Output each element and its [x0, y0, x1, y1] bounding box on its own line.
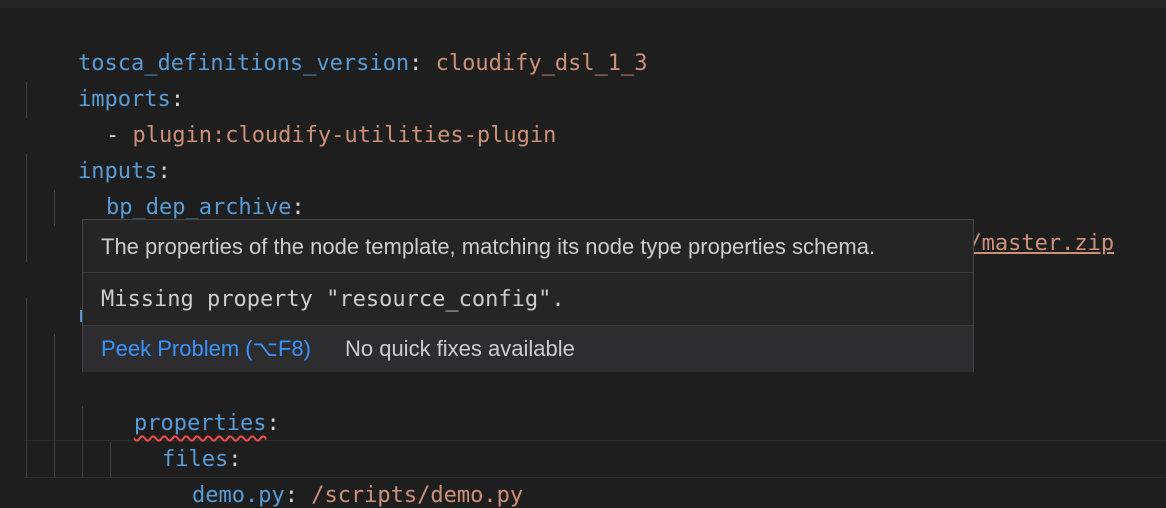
- hover-widget: The properties of the node template, mat…: [82, 219, 974, 372]
- editor-top-strip: [0, 0, 1166, 8]
- code-line[interactable]: - plugin:cloudify-utilities-plugin: [0, 82, 1166, 148]
- code-line[interactable]: files:: [0, 406, 1166, 472]
- no-quick-fixes-label: No quick fixes available: [344, 336, 575, 361]
- code-line[interactable]: imports:: [0, 46, 1166, 112]
- hover-actions-bar: Peek Problem (⌥F8) No quick fixes availa…: [83, 326, 973, 372]
- code-line[interactable]: inputs:: [0, 118, 1166, 184]
- yaml-key: demo.py: [191, 483, 285, 508]
- code-line[interactable]: bp_dep_archive:: [0, 154, 1166, 220]
- code-line[interactable]: demo.py: /scripts/demo.py: [0, 442, 1166, 508]
- hover-description: The properties of the node template, mat…: [83, 220, 973, 273]
- code-line[interactable]: properties:: [0, 370, 1166, 436]
- code-line[interactable]: tosca_definitions_version: cloudify_dsl_…: [0, 10, 1166, 76]
- hover-problem-message: Missing property "resource_config".: [83, 273, 973, 326]
- yaml-value: /scripts/demo.py: [311, 483, 524, 508]
- yaml-colon: :: [284, 483, 312, 508]
- peek-problem-link[interactable]: Peek Problem (⌥F8): [101, 326, 311, 372]
